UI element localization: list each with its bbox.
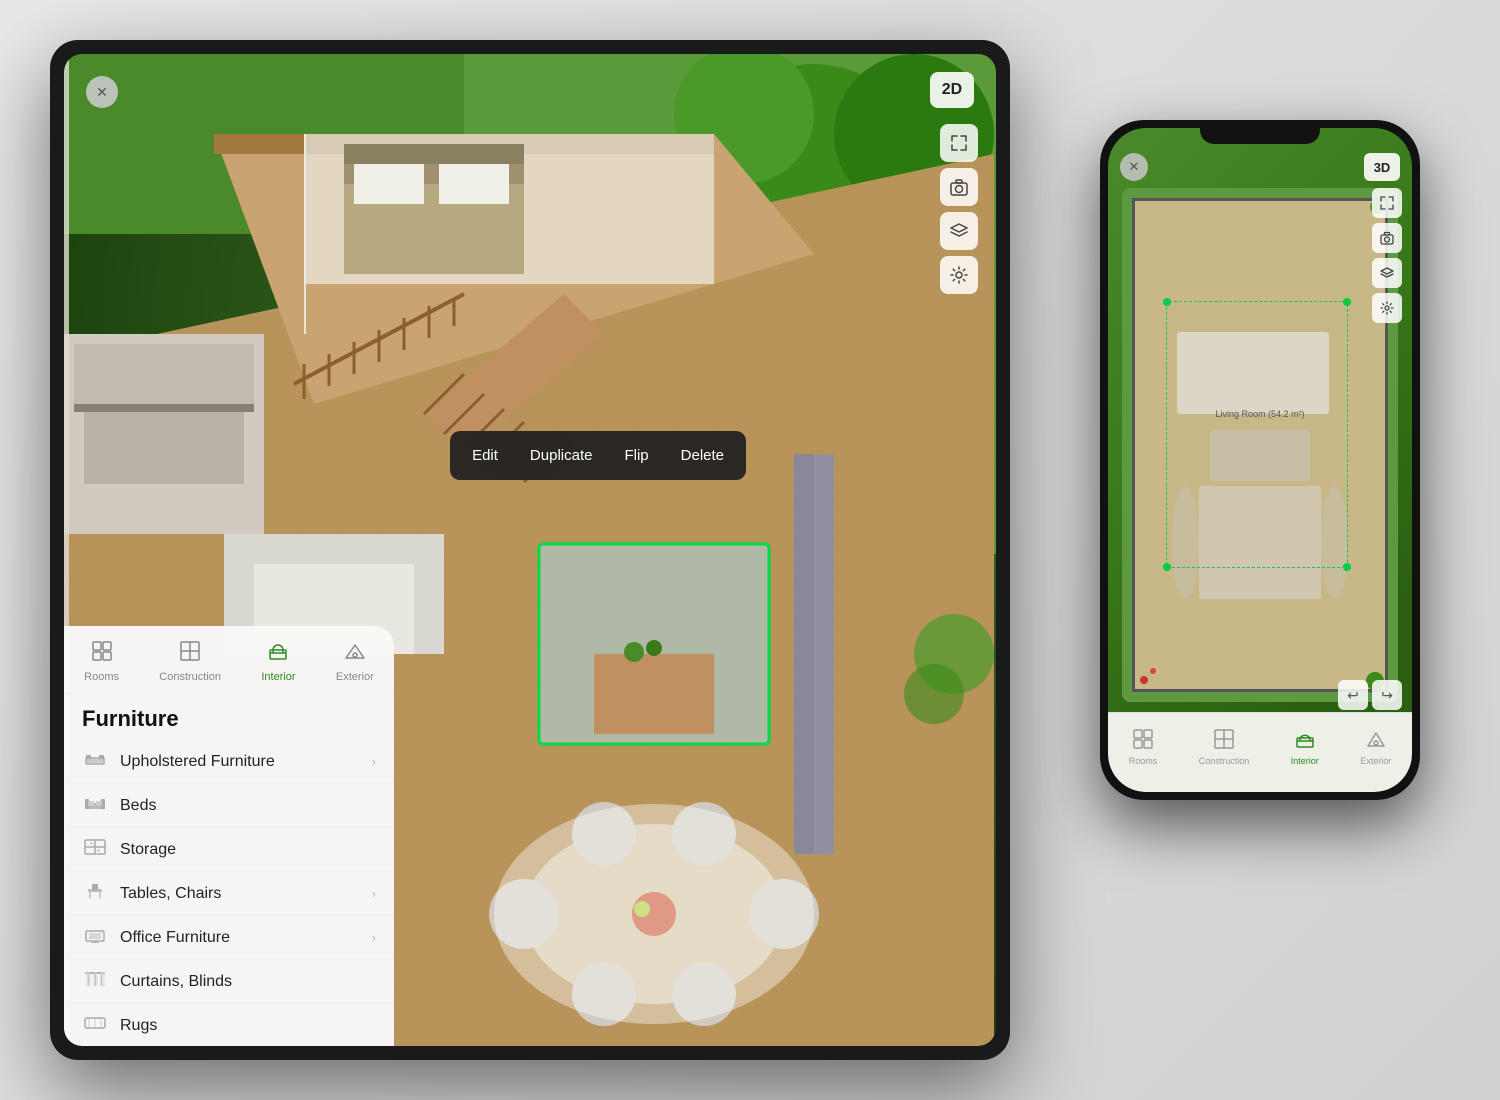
context-menu: Edit Duplicate Flip Delete [450, 431, 746, 480]
phone-notch [1200, 120, 1320, 144]
furniture-list: Upholstered Furniture › [64, 740, 394, 1046]
phone-inner: Living Room (54.2 m²) [1108, 128, 1412, 792]
phone-undo-redo: ↩ ↪ [1338, 680, 1402, 710]
tab-construction[interactable]: Construction [149, 636, 231, 687]
phone-camera-icon-button[interactable] [1372, 223, 1402, 253]
phone-expand-icon-button[interactable] [1372, 188, 1402, 218]
tablet-device: Edit Duplicate Flip Delete ✕ 2D [50, 40, 1010, 1060]
redo-icon: ↪ [1381, 687, 1393, 704]
beds-icon [82, 795, 108, 816]
furniture-item-tables-chairs[interactable]: Tables, Chairs › [64, 872, 394, 916]
furniture-item-office[interactable]: Office Furniture › [64, 916, 394, 960]
upholstered-chevron-icon: › [372, 754, 376, 769]
close-icon: ✕ [96, 84, 108, 101]
tab-interior-label: Interior [261, 671, 295, 683]
phone-redo-button[interactable]: ↪ [1372, 680, 1402, 710]
phone-tab-rooms-label: Rooms [1129, 756, 1158, 766]
context-menu-flip[interactable]: Flip [610, 441, 662, 470]
curtains-label: Curtains, Blinds [120, 973, 376, 991]
camera-icon-button[interactable] [940, 168, 978, 206]
tab-interior[interactable]: Interior [251, 636, 305, 687]
context-menu-duplicate[interactable]: Duplicate [516, 441, 607, 470]
settings-icon-button[interactable] [940, 256, 978, 294]
phone-tab-exterior-label: Exterior [1360, 756, 1391, 766]
phone-undo-button[interactable]: ↩ [1338, 680, 1368, 710]
fp-flower-1 [1140, 676, 1148, 684]
phone-device: Living Room (54.2 m²) [1100, 120, 1420, 800]
phone-settings-icon-button[interactable] [1372, 293, 1402, 323]
furniture-item-rugs[interactable]: Rugs [64, 1004, 394, 1046]
upholstered-icon [82, 751, 108, 772]
tablet-2d-mode-button[interactable]: 2D [930, 72, 974, 108]
furniture-item-storage[interactable]: Storage [64, 828, 394, 872]
phone-tab-interior-label: Interior [1291, 756, 1319, 766]
phone-close-button[interactable]: ✕ [1120, 153, 1148, 181]
tablet-close-button[interactable]: ✕ [86, 76, 118, 108]
phone-tab-interior[interactable]: Interior [1291, 729, 1319, 766]
phone-tab-rooms[interactable]: Rooms [1129, 729, 1158, 766]
phone-exterior-icon [1366, 729, 1386, 754]
furniture-tab-bar: Rooms Construction [64, 626, 394, 694]
phone-selection-box [1166, 301, 1348, 568]
beds-label: Beds [120, 797, 376, 815]
phone-construction-icon [1214, 729, 1234, 754]
phone-screen: Living Room (54.2 m²) [1108, 128, 1412, 792]
tab-construction-label: Construction [159, 671, 221, 683]
view-mode-label: 2D [942, 81, 962, 99]
upholstered-label: Upholstered Furniture [120, 753, 360, 771]
phone-interior-icon [1295, 729, 1315, 754]
phone-close-icon: ✕ [1129, 159, 1140, 175]
phone-tab-construction-label: Construction [1199, 756, 1250, 766]
furniture-item-upholstered[interactable]: Upholstered Furniture › [64, 740, 394, 784]
phone-3d-mode-button[interactable]: 3D [1364, 153, 1400, 181]
rooms-tab-icon [91, 640, 113, 668]
phone-tab-exterior[interactable]: Exterior [1360, 729, 1391, 766]
tab-exterior[interactable]: Exterior [326, 636, 384, 687]
office-label: Office Furniture [120, 929, 360, 947]
tab-exterior-label: Exterior [336, 671, 374, 683]
tablet-right-toolbar [940, 124, 978, 294]
phone-right-toolbar [1372, 188, 1402, 323]
tablet-screen: Edit Duplicate Flip Delete ✕ 2D [64, 54, 996, 1046]
curtains-icon [82, 971, 108, 992]
undo-icon: ↩ [1347, 687, 1359, 704]
tab-rooms-label: Rooms [84, 671, 119, 683]
interior-tab-icon [267, 640, 289, 668]
corner-handle-tl [1163, 298, 1171, 306]
phone-floorplan-area: Living Room (54.2 m²) [1122, 188, 1398, 702]
rugs-icon [82, 1015, 108, 1036]
tablet-inner: Edit Duplicate Flip Delete ✕ 2D [64, 54, 996, 1046]
layers-icon-button[interactable] [940, 212, 978, 250]
exterior-tab-icon [344, 640, 366, 668]
construction-tab-icon [179, 640, 201, 668]
tab-rooms[interactable]: Rooms [74, 636, 129, 687]
furniture-panel: Rooms Construction [64, 626, 394, 1046]
phone-view-mode-label: 3D [1374, 160, 1391, 175]
tables-chevron-icon: › [372, 886, 376, 901]
expand-icon-button[interactable] [940, 124, 978, 162]
furniture-item-curtains[interactable]: Curtains, Blinds [64, 960, 394, 1004]
rugs-label: Rugs [120, 1017, 376, 1035]
office-icon [82, 927, 108, 948]
furniture-item-beds[interactable]: Beds [64, 784, 394, 828]
phone-tab-bar: Rooms Construction [1108, 712, 1412, 792]
context-menu-edit[interactable]: Edit [458, 441, 512, 470]
storage-label: Storage [120, 841, 376, 859]
tables-chairs-icon [82, 883, 108, 904]
phone-tab-construction[interactable]: Construction [1199, 729, 1250, 766]
context-menu-delete[interactable]: Delete [667, 441, 738, 470]
phone-layers-icon-button[interactable] [1372, 258, 1402, 288]
fp-flower-2 [1150, 668, 1156, 674]
phone-rooms-icon [1133, 729, 1153, 754]
tables-chairs-label: Tables, Chairs [120, 885, 360, 903]
scene: Edit Duplicate Flip Delete ✕ 2D [0, 0, 1500, 1100]
furniture-panel-title: Furniture [64, 694, 394, 740]
office-chevron-icon: › [372, 930, 376, 945]
storage-icon [82, 839, 108, 860]
